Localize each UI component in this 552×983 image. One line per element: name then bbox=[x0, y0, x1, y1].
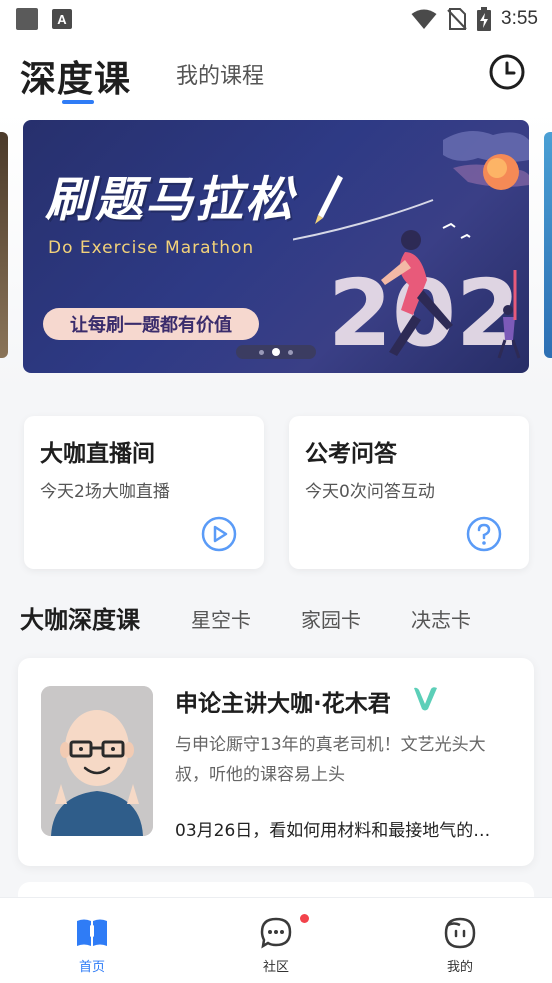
nav-profile[interactable]: 我的 bbox=[368, 898, 552, 983]
wifi-icon bbox=[411, 9, 437, 29]
banner-slogan-pill: 让每刷一题都有价值 bbox=[43, 308, 259, 340]
teacher-name: 申论主讲大咖·花木君 bbox=[175, 691, 391, 717]
teacher-card[interactable]: 申论主讲大咖·花木君 与申论厮守13年的真老司机！文艺光头大叔，听他的课容易上头… bbox=[18, 658, 534, 866]
banner-carousel: 刷题马拉松 Do Exercise Marathon 让每刷一题都有价值 202… bbox=[0, 110, 552, 390]
active-tab-indicator bbox=[62, 100, 94, 104]
banner-subtitle: Do Exercise Marathon bbox=[48, 238, 255, 258]
tab-deep-course[interactable]: 深度课 bbox=[20, 50, 131, 102]
no-sim-icon bbox=[447, 8, 467, 30]
live-room-card[interactable]: 大咖直播间 今天2场大咖直播 bbox=[24, 416, 264, 569]
tab-home-card[interactable]: 家园卡 bbox=[301, 604, 361, 633]
notification-badge bbox=[300, 914, 309, 923]
live-room-title: 大咖直播间 bbox=[40, 441, 155, 467]
teacher-latest-course: 03月26日，看如何用材料和最接地气的… bbox=[175, 821, 491, 841]
banner-page-indicator bbox=[236, 345, 316, 359]
banner-next-peek[interactable] bbox=[544, 132, 552, 358]
banner-prev-peek[interactable] bbox=[0, 132, 8, 358]
banner-title: 刷题马拉松 bbox=[45, 172, 296, 228]
qa-card[interactable]: 公考问答 今天0次问答互动 bbox=[289, 416, 529, 569]
svg-text:2021: 2021 bbox=[328, 260, 529, 367]
nav-profile-label: 我的 bbox=[446, 960, 473, 975]
chat-icon bbox=[260, 917, 292, 949]
question-icon bbox=[466, 516, 502, 552]
teacher-avatar bbox=[41, 686, 153, 836]
banner-slide[interactable]: 刷题马拉松 Do Exercise Marathon 让每刷一题都有价值 202… bbox=[23, 120, 529, 373]
banner-dot-active bbox=[272, 348, 280, 356]
qa-title: 公考问答 bbox=[305, 441, 397, 467]
tab-star-card[interactable]: 星空卡 bbox=[191, 604, 251, 633]
banner-dot bbox=[288, 349, 293, 355]
qa-subtitle: 今天0次问答互动 bbox=[305, 482, 435, 502]
nav-community-label: 社区 bbox=[262, 960, 289, 975]
nav-community[interactable]: 社区 bbox=[184, 898, 368, 983]
nav-home[interactable]: 首页 bbox=[0, 898, 184, 983]
marathon-runner-illustration: 2021 bbox=[293, 131, 529, 367]
teacher-description: 与申论厮守13年的真老司机！文艺光头大叔，听他的课容易上头 bbox=[175, 735, 486, 785]
top-header: 深度课 我的课程 bbox=[0, 38, 552, 110]
play-icon bbox=[201, 516, 237, 552]
status-time: 3:55 bbox=[501, 8, 538, 29]
notification-square-icon bbox=[16, 8, 38, 30]
bottom-nav: 首页 社区 我的 bbox=[0, 897, 552, 983]
nav-home-label: 首页 bbox=[78, 960, 105, 975]
section-tabs: 大咖深度课 星空卡 家园卡 决志卡 bbox=[0, 596, 552, 640]
section-title[interactable]: 大咖深度课 bbox=[20, 600, 140, 635]
live-room-subtitle: 今天2场大咖直播 bbox=[40, 482, 170, 502]
book-icon bbox=[77, 919, 107, 946]
banner-dot bbox=[259, 349, 264, 355]
teacher-cartoon-icon bbox=[41, 686, 153, 836]
verified-v-icon bbox=[414, 687, 437, 711]
profile-face-icon bbox=[444, 917, 476, 949]
clock-icon[interactable] bbox=[488, 53, 526, 91]
tab-my-courses[interactable]: 我的课程 bbox=[176, 58, 264, 90]
battery-charging-icon bbox=[477, 7, 492, 31]
notification-a-icon: A bbox=[52, 9, 72, 29]
tab-resolve-card[interactable]: 决志卡 bbox=[411, 604, 471, 633]
status-bar: A 3:55 bbox=[0, 0, 552, 38]
